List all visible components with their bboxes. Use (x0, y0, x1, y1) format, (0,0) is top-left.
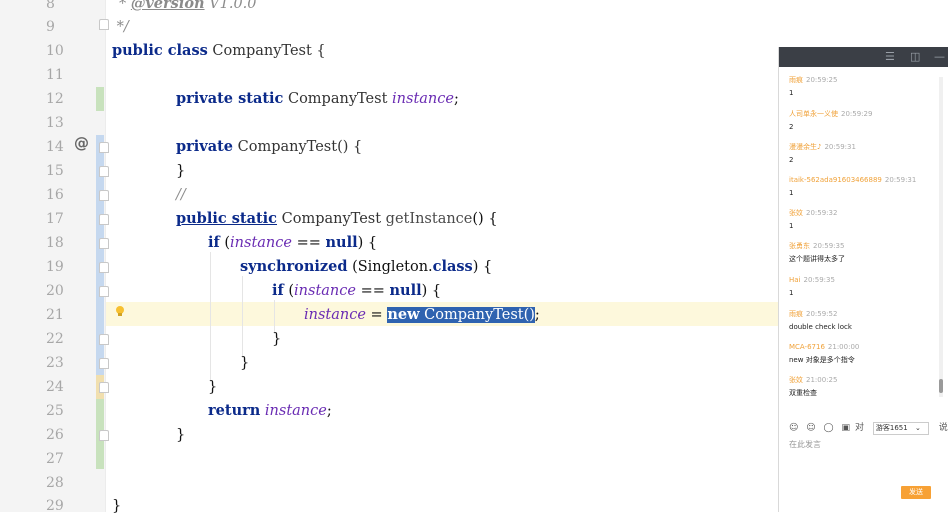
emoji-icon[interactable]: ☺ (789, 423, 798, 433)
line-number: 14 (46, 139, 64, 155)
chat-scrollbar-thumb[interactable] (939, 379, 943, 393)
code-line-22[interactable]: } (272, 327, 281, 351)
recipient-select[interactable]: 游客1651 ⌄ (872, 422, 929, 435)
chat-input[interactable]: 在此发言 (789, 439, 821, 450)
line-number: 28 (46, 475, 64, 491)
code-line-20[interactable]: if (instance == null) { (272, 279, 441, 303)
send-button[interactable]: 发送 (901, 486, 931, 499)
code-line-9[interactable]: */ (112, 15, 129, 39)
code-line-15[interactable]: } (176, 159, 185, 183)
chat-message: 人司单永一义使 20:59:29 2 (789, 110, 873, 131)
chat-message: 张妏 21:00:25 双重检查 (789, 376, 838, 397)
code-line-25[interactable]: return instance; (208, 399, 332, 423)
code-line-10[interactable]: public class CompanyTest { (112, 39, 326, 63)
line-number: 17 (46, 211, 64, 227)
code-line-18[interactable]: if (instance == null) { (208, 231, 377, 255)
chat-message: 雨痕 20:59:25 1 (789, 76, 838, 97)
line-number: 24 (46, 379, 64, 395)
code-line-16[interactable]: // (176, 183, 186, 207)
line-number: 16 (46, 187, 64, 203)
selected-text[interactable]: new CompanyTest() (387, 306, 535, 323)
line-number: 19 (46, 259, 64, 275)
line-number: 27 (46, 451, 64, 467)
line-number: 9 (46, 19, 55, 35)
line-number: 18 (46, 235, 64, 251)
chat-message: 雨痕 20:59:52 double check lock (789, 310, 852, 331)
code-line-23[interactable]: } (240, 351, 249, 375)
line-number: 21 (46, 307, 64, 323)
code-line-26[interactable]: } (176, 423, 185, 447)
code-line-12[interactable]: private static CompanyTest instance; (176, 87, 459, 111)
code-line-21[interactable]: instance = new CompanyTest(); (304, 303, 540, 327)
code-line-14[interactable]: private CompanyTest() { (176, 135, 362, 159)
chat-titlebar: ☰ ◫ — (779, 47, 948, 67)
image-icon[interactable]: ▣ (841, 423, 850, 433)
people-icon[interactable]: ☺ (806, 423, 815, 433)
comment-icon[interactable]: ◯ (824, 423, 834, 433)
target-label: 对 (855, 423, 865, 433)
line-number: 8 (46, 0, 55, 12)
chevron-down-icon: ⌄ (914, 424, 921, 432)
line-number: 10 (46, 43, 64, 59)
line-number: 22 (46, 331, 64, 347)
code-line-19[interactable]: synchronized (Singleton.class) { (240, 255, 492, 279)
line-number: 20 (46, 283, 64, 299)
code-line-17[interactable]: public static CompanyTest getInstance() … (176, 207, 498, 231)
line-number: 29 (46, 498, 64, 514)
line-number: 11 (46, 67, 64, 83)
line-number: 13 (46, 115, 64, 131)
minimize-icon[interactable]: — (934, 50, 945, 64)
code-line-24[interactable]: } (208, 375, 217, 399)
chat-scrollbar-track[interactable] (939, 77, 943, 397)
line-number: 26 (46, 427, 64, 443)
menu-icon[interactable]: ☰ (885, 50, 895, 64)
chat-message: itaik-562ada91603466889 20:59:31 1 (789, 176, 917, 197)
chat-message: Hai 20:59:35 1 (789, 276, 835, 297)
chat-message: 漫漫余生♪ 20:59:31 2 (789, 143, 856, 164)
say-label: 说: (938, 423, 948, 433)
restore-icon[interactable]: ◫ (910, 50, 920, 64)
chat-message: 张妏 20:59:32 1 (789, 209, 838, 230)
line-number: 12 (46, 91, 64, 107)
line-number: 23 (46, 355, 64, 371)
line-number: 25 (46, 403, 64, 419)
code-line-8[interactable]: * @version V1.0.0 (119, 0, 257, 16)
chat-panel[interactable]: ☰ ◫ — 雨痕 20:59:25 1 人司单永一义使 20:59:29 2 漫漫余… (778, 47, 948, 512)
code-line-29[interactable]: } (112, 494, 121, 518)
chat-message: 张勇东 20:59:35 这个题讲得太多了 (789, 242, 845, 263)
chat-message: MCA-6716 21:00:00 new 对象是多个指令 (789, 343, 860, 364)
chat-toolbar: ☺ ☺ ◯ ▣ 对 游客1651 ⌄ 说: (789, 420, 948, 435)
line-number: 15 (46, 163, 64, 179)
